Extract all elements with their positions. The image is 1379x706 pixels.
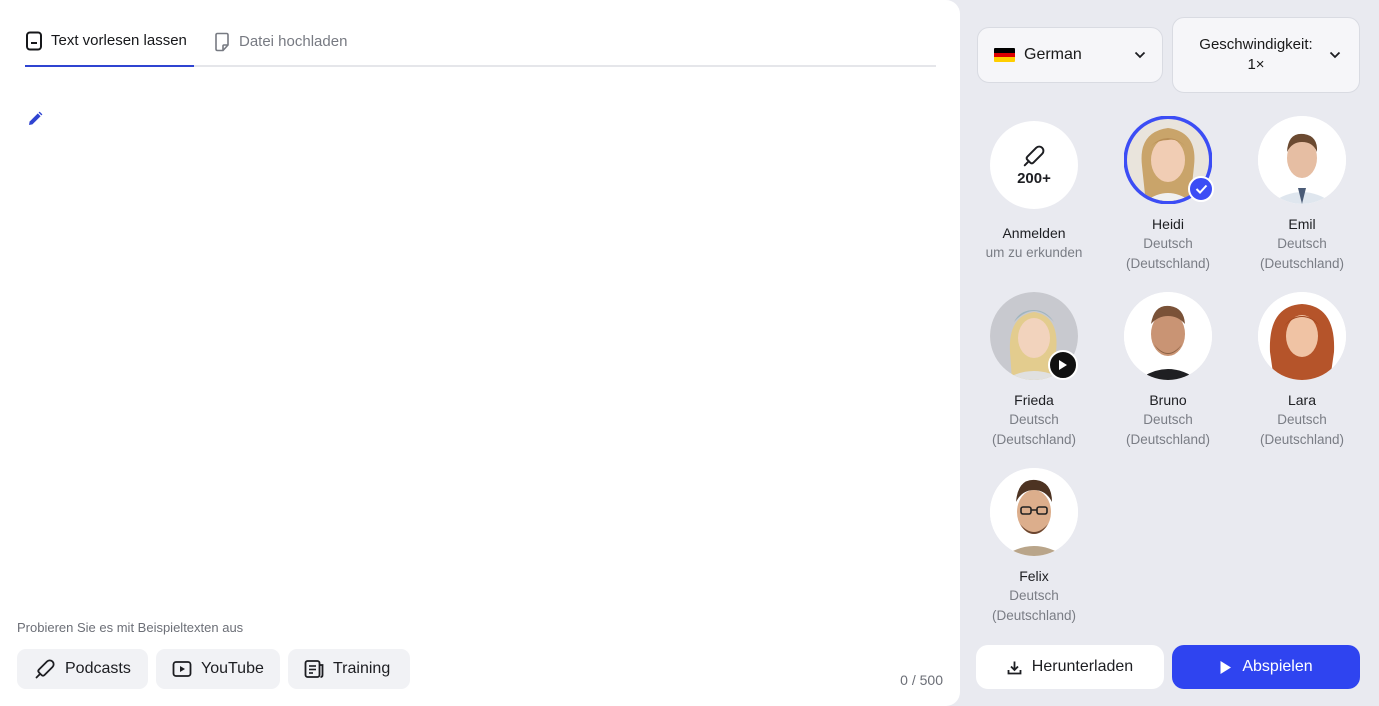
chevron-down-icon (1329, 51, 1341, 59)
tab-upload-file-label: Datei hochladen (239, 33, 348, 50)
voice-card-frieda[interactable]: Frieda Deutsch (Deutschland) (969, 292, 1099, 450)
signin-title: Anmelden (1002, 225, 1066, 241)
signin-subtitle: um zu erkunden (985, 245, 1083, 260)
voice-card-lara[interactable]: Lara Deutsch (Deutschland) (1237, 292, 1367, 450)
chevron-down-icon (1134, 51, 1146, 59)
signin-card[interactable]: 200+ Anmelden um zu erkunden (969, 121, 1099, 263)
voice-language: Deutsch (1143, 412, 1193, 427)
voice-region: (Deutschland) (1259, 432, 1345, 447)
voice-name: Bruno (1149, 392, 1187, 408)
tab-read-text[interactable]: Text vorlesen lassen (25, 18, 194, 67)
emil-portrait-icon (1258, 116, 1346, 204)
speed-select-value: Geschwindigkeit: 1× (1191, 35, 1321, 75)
voice-region: (Deutschland) (1259, 256, 1345, 271)
avatar (1258, 116, 1346, 204)
play-icon (1220, 660, 1232, 674)
selected-check-icon (1188, 176, 1214, 202)
avatar (1124, 292, 1212, 380)
microphone-icon (1023, 145, 1045, 166)
germany-flag-icon (994, 48, 1015, 62)
voice-name: Heidi (1152, 216, 1184, 232)
download-label: Herunterladen (1031, 658, 1134, 675)
youtube-play-icon (172, 661, 192, 677)
voice-card-felix[interactable]: Felix Deutsch (Deutschland) (969, 468, 1099, 626)
lara-portrait-icon (1258, 292, 1346, 380)
tab-read-text-label: Text vorlesen lassen (51, 32, 187, 49)
voice-language: Deutsch (1277, 412, 1327, 427)
sample-training-label: Training (333, 660, 391, 677)
document-text-icon (26, 31, 42, 50)
speed-label: Geschwindigkeit: (1199, 36, 1313, 53)
play-label: Abspielen (1242, 658, 1313, 675)
voice-card-emil[interactable]: Emil Deutsch (Deutschland) (1237, 116, 1367, 274)
character-counter: 0 / 500 (900, 672, 943, 688)
training-doc-icon (304, 660, 324, 678)
download-button[interactable]: Herunterladen (976, 645, 1164, 689)
voice-name: Felix (1019, 568, 1049, 584)
pencil-icon[interactable] (26, 110, 44, 128)
sample-youtube-label: YouTube (201, 660, 264, 677)
file-upload-icon (215, 32, 229, 51)
voice-name: Frieda (1014, 392, 1054, 408)
felix-portrait-icon (990, 468, 1078, 556)
signin-avatar: 200+ (990, 121, 1078, 209)
voice-name: Emil (1288, 216, 1316, 232)
download-icon (1007, 661, 1022, 674)
tab-upload-file[interactable]: Datei hochladen (213, 18, 347, 65)
avatar (990, 292, 1078, 380)
voice-region: (Deutschland) (991, 608, 1077, 623)
voice-language: Deutsch (1277, 236, 1327, 251)
sample-podcasts-label: Podcasts (65, 660, 131, 677)
voice-region: (Deutschland) (1125, 256, 1211, 271)
preview-play-icon[interactable] (1048, 350, 1078, 380)
voice-count: 200+ (1017, 169, 1051, 187)
voice-card-heidi[interactable]: Heidi Deutsch (Deutschland) (1103, 116, 1233, 274)
avatar (1258, 292, 1346, 380)
tab-bar: Text vorlesen lassen Datei hochladen (25, 18, 936, 67)
voice-language: Deutsch (1143, 236, 1193, 251)
speed-select[interactable]: Geschwindigkeit: 1× (1172, 17, 1360, 93)
speed-value: 1× (1247, 56, 1265, 73)
voice-region: (Deutschland) (991, 432, 1077, 447)
language-select-value: German (1024, 46, 1082, 63)
avatar (990, 468, 1078, 556)
sample-podcasts-button[interactable]: Podcasts (17, 649, 148, 689)
text-editor-panel: Text vorlesen lassen Datei hochladen Pro… (0, 0, 960, 706)
voice-region: (Deutschland) (1125, 432, 1211, 447)
bruno-portrait-icon (1124, 292, 1212, 380)
avatar (1124, 116, 1214, 204)
microphone-icon (35, 659, 55, 679)
voice-language: Deutsch (1009, 588, 1059, 603)
samples-label: Probieren Sie es mit Beispieltexten aus (17, 620, 244, 635)
sample-youtube-button[interactable]: YouTube (156, 649, 280, 689)
voice-name: Lara (1287, 392, 1317, 408)
sample-training-button[interactable]: Training (288, 649, 410, 689)
play-button[interactable]: Abspielen (1172, 645, 1360, 689)
language-select[interactable]: German (977, 27, 1163, 83)
voice-language: Deutsch (1009, 412, 1059, 427)
voice-card-bruno[interactable]: Bruno Deutsch (Deutschland) (1103, 292, 1233, 450)
